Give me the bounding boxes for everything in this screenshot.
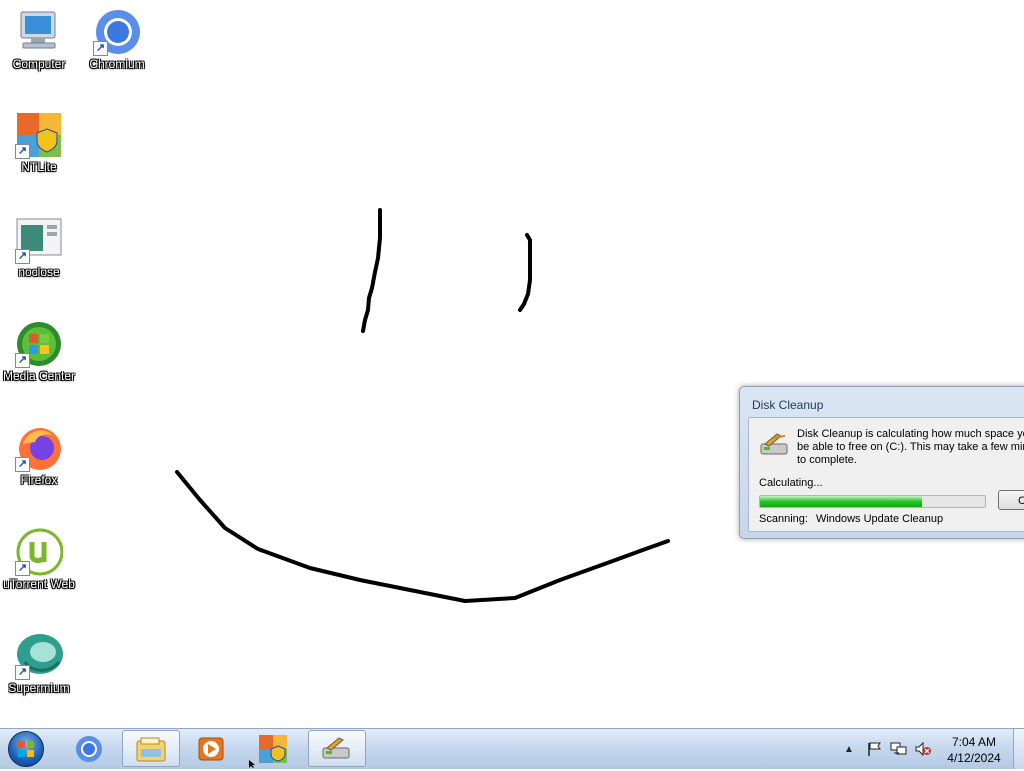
calculation-progress-bar — [759, 495, 986, 508]
chromium-icon — [76, 735, 102, 762]
mouth-stroke — [175, 470, 670, 603]
action-center-flag-icon — [868, 742, 881, 756]
volume-muted-icon — [915, 741, 931, 757]
hand-drawn-smiley — [175, 208, 670, 603]
taskbar-media-player-button[interactable] — [182, 730, 240, 767]
cancel-button[interactable]: Cancel — [998, 490, 1024, 510]
clock-time: 7:04 AM — [951, 735, 997, 749]
progress-fill — [760, 496, 922, 507]
show-hidden-icons-icon: ▲ — [844, 743, 854, 755]
scanning-item: Windows Update Cleanup — [815, 513, 944, 525]
clock-date: 4/12/2024 — [947, 751, 1001, 765]
disk-cleanup-dialog[interactable]: Disk Cleanup Disk Cleanup is calculating… — [739, 386, 1024, 539]
action-center-button[interactable] — [866, 729, 882, 769]
show-desktop-button[interactable] — [1013, 729, 1024, 769]
network-icon — [890, 742, 907, 755]
explorer-icon — [136, 737, 166, 761]
scanning-label: Scanning: — [759, 513, 808, 525]
taskbar-chromium-button[interactable] — [60, 730, 118, 767]
system-clock[interactable]: 7:04 AM 4/12/2024 — [940, 734, 1008, 766]
taskbar: ▲ 7:04 AM 4/12/2024 — [0, 728, 1024, 769]
mouse-cursor-icon — [249, 760, 255, 768]
dialog-body: Disk Cleanup is calculating how much spa… — [748, 417, 1024, 532]
windows-logo-icon — [18, 741, 34, 757]
disk-cleanup-icon — [759, 432, 791, 463]
ntlite-icon — [259, 734, 287, 763]
scanning-status: Scanning: Windows Update Cleanup — [759, 513, 951, 525]
media-player-icon — [198, 737, 224, 760]
calculating-label: Calculating... — [759, 477, 823, 489]
taskbar-explorer-button[interactable] — [122, 730, 180, 767]
network-button[interactable] — [890, 729, 908, 769]
show-hidden-icons-button[interactable]: ▲ — [844, 729, 854, 769]
dialog-title: Disk Cleanup — [752, 398, 824, 412]
left-eye-stroke — [361, 208, 382, 333]
volume-button[interactable] — [914, 729, 932, 769]
right-eye-stroke — [518, 233, 532, 312]
taskbar-disk-cleanup-button[interactable] — [308, 730, 366, 767]
disk-cleanup-icon — [322, 736, 350, 758]
start-button[interactable] — [8, 731, 44, 767]
dialog-message: Disk Cleanup is calculating how much spa… — [797, 428, 1024, 466]
